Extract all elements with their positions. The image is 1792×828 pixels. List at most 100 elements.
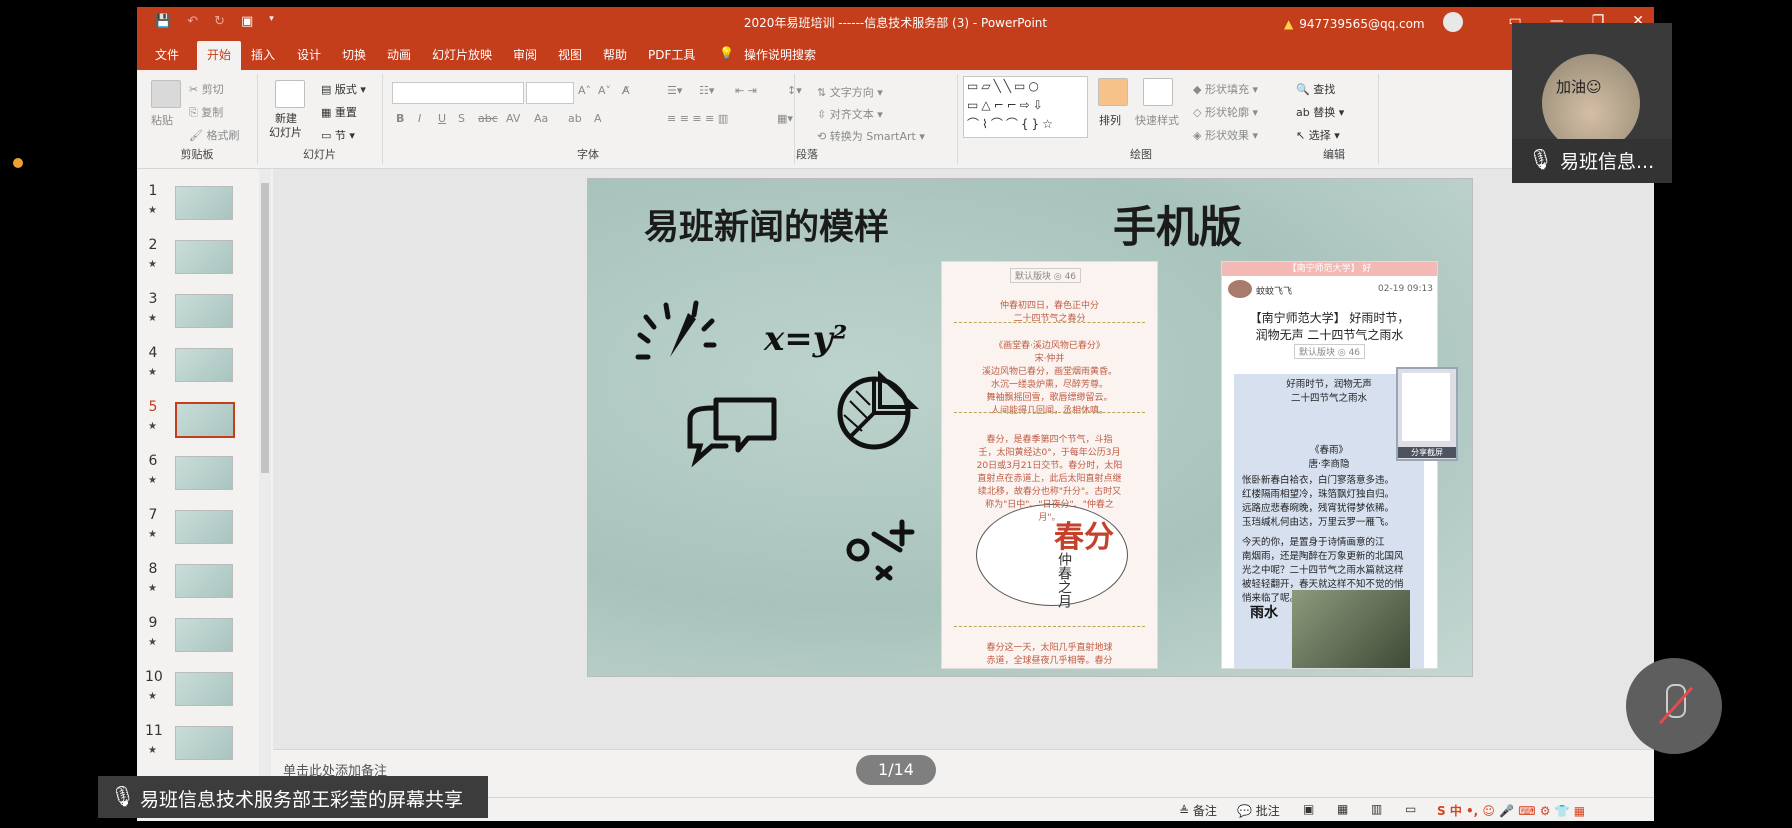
group-clipboard: 粘贴 ✂ 剪切 ⎘ 复制 🖌 格式刷 剪贴板: [137, 74, 258, 164]
arrange-icon[interactable]: [1098, 78, 1128, 106]
shape-fill-button[interactable]: ◆ 形状填充 ▾: [1193, 81, 1258, 97]
format-painter-button[interactable]: 🖌 格式刷: [189, 127, 239, 143]
article-line: 唐·李商隐: [1308, 459, 1350, 470]
shape-outline-button[interactable]: ◇ 形状轮廓 ▾: [1193, 104, 1258, 120]
bullets-icon[interactable]: ☰▾: [667, 84, 682, 97]
tab-help[interactable]: 帮助: [603, 46, 627, 63]
thumbnail-number: 2: [148, 237, 158, 253]
thumbnail-number: 1: [148, 183, 158, 199]
tab-animations[interactable]: 动画: [387, 46, 411, 63]
slide-heading-left[interactable]: 易班新闻的模样: [644, 199, 889, 250]
change-case-button[interactable]: Aa: [534, 112, 548, 125]
tab-insert[interactable]: 插入: [251, 46, 275, 63]
new-slide-icon[interactable]: [275, 80, 305, 108]
thumbnail-image: [175, 564, 233, 598]
group-slides: 新建 幻灯片 ▤ 版式 ▾ ▦ 重置 ▭ 节 ▾ 幻灯片: [257, 74, 383, 164]
group-paragraph: ☰▾ ☷▾ ⇤ ⇥ ↕▾ ⇅ 文字方向 ▾ ≡ ≡ ≡ ≡ ▥ ▦▾ ⇳ 对齐文…: [657, 74, 958, 164]
tab-slideshow[interactable]: 幻灯片放映: [432, 46, 492, 63]
line-spacing-icon[interactable]: ↕▾: [787, 84, 802, 97]
tab-review[interactable]: 审阅: [513, 46, 537, 63]
select-button[interactable]: ↖ 选择 ▾: [1296, 127, 1340, 143]
reset-button[interactable]: ▦ 重置: [321, 104, 357, 120]
paste-button[interactable]: 粘贴: [151, 112, 173, 128]
screen-share-label: 易班信息技术服务部王彩莹的屏幕共享: [140, 789, 464, 811]
animation-star-icon: ★: [148, 421, 157, 432]
bold-button[interactable]: B: [396, 112, 404, 125]
tell-me-search[interactable]: 操作说明搜索: [744, 46, 816, 63]
article-line: 宋·仲并: [1034, 354, 1065, 364]
char-spacing-button[interactable]: AV: [506, 112, 520, 125]
clear-format-icon[interactable]: A̸: [622, 84, 630, 97]
find-button[interactable]: 🔍 查找: [1296, 81, 1335, 97]
article-line: 好雨时节，润物无声: [1286, 379, 1372, 390]
animation-star-icon: ★: [148, 691, 157, 702]
group-label: 段落: [796, 148, 818, 161]
copy-button[interactable]: ⎘ 复制: [189, 104, 223, 120]
replace-button[interactable]: ab 替换 ▾: [1296, 104, 1344, 120]
paste-icon[interactable]: [151, 80, 181, 108]
slide-editing-area: 易班新闻的模样 手机版 x=y² 默认版块 ◎ 46 春分 仲春之月 仲春初四日…: [273, 169, 1654, 749]
account-area[interactable]: ▲ 947739565@qq.com: [1284, 12, 1463, 34]
highlight-button[interactable]: ab: [568, 112, 582, 125]
share-screenshot-popup[interactable]: 分享截屏: [1396, 367, 1458, 461]
tab-home[interactable]: 开始: [197, 41, 242, 73]
font-color-button[interactable]: A: [594, 112, 602, 125]
thumbnail-number: 3: [148, 291, 158, 307]
numbering-icon[interactable]: ☷▾: [699, 84, 714, 97]
text-direction-button[interactable]: ⇅ 文字方向 ▾: [817, 84, 883, 100]
tab-view[interactable]: 视图: [558, 46, 582, 63]
quick-styles-icon[interactable]: [1143, 78, 1173, 106]
align-text-button[interactable]: ⇳ 对齐文本 ▾: [817, 106, 883, 122]
strikethrough-button[interactable]: abc: [478, 112, 498, 125]
zhongchun-caption: 仲春之月: [1056, 552, 1072, 608]
notes-toggle[interactable]: ≜ 备注: [1179, 802, 1217, 819]
grow-font-icon[interactable]: A˄: [578, 84, 591, 97]
normal-view-icon[interactable]: ▣: [1303, 802, 1314, 816]
layout-button[interactable]: ▤ 版式 ▾: [321, 81, 366, 97]
thumbnail-number: 7: [148, 507, 158, 523]
tab-transitions[interactable]: 切换: [342, 46, 366, 63]
group-label: 幻灯片: [303, 148, 336, 161]
user-avatar: [1228, 280, 1252, 298]
article-line: 怅卧新春白袷衣，白门寥落意多违。: [1242, 475, 1395, 486]
mute-mic-button[interactable]: [1626, 658, 1722, 754]
tab-file[interactable]: 文件: [155, 46, 179, 63]
decorative-divider: [954, 412, 1145, 415]
rain-photo: [1292, 590, 1410, 668]
shapes-gallery[interactable]: ▭▱╲╲▭○ ▭△⌐⌐⇨⇩ ⌒⌇⌒⌒{}☆: [963, 76, 1088, 138]
slideshow-view-icon[interactable]: ▭: [1405, 802, 1416, 816]
decorative-divider: [954, 626, 1145, 629]
section-button[interactable]: ▭ 节 ▾: [321, 127, 355, 143]
cut-button[interactable]: ✂ 剪切: [189, 81, 224, 97]
font-size-combo[interactable]: [526, 82, 574, 104]
article-line: 仲春初四日，春色正中分: [999, 301, 1099, 311]
align-icons[interactable]: ≡ ≡ ≡ ≡ ▥: [667, 112, 728, 125]
scrollbar-thumb[interactable]: [261, 183, 269, 473]
tab-pdf-tools[interactable]: PDF工具: [648, 46, 695, 63]
quick-styles-button[interactable]: 快速样式: [1135, 112, 1179, 128]
new-slide-dropdown[interactable]: 幻灯片: [269, 124, 302, 140]
smartart-button[interactable]: ⟲ 转换为 SmartArt ▾: [817, 128, 925, 144]
columns-icon[interactable]: ▦▾: [777, 112, 793, 125]
avatar[interactable]: [1442, 12, 1463, 32]
font-name-combo[interactable]: [392, 82, 524, 104]
tab-design[interactable]: 设计: [297, 46, 321, 63]
comments-toggle[interactable]: 💬 批注: [1237, 802, 1280, 819]
shape-effects-button[interactable]: ◈ 形状效果 ▾: [1193, 127, 1258, 143]
thumbnail-number: 9: [148, 615, 158, 631]
thumbnail-image: [175, 240, 233, 274]
reading-view-icon[interactable]: ▥: [1371, 802, 1382, 816]
slide-heading-right[interactable]: 手机版: [1113, 193, 1242, 255]
presenter-indicator-dot: [13, 158, 23, 168]
underline-button[interactable]: U: [438, 112, 446, 125]
shrink-font-icon[interactable]: A˅: [598, 84, 611, 97]
indent-icons[interactable]: ⇤ ⇥: [735, 84, 757, 97]
arrange-button[interactable]: 排列: [1099, 112, 1121, 128]
thumbnail-image: [175, 402, 235, 438]
current-slide[interactable]: 易班新闻的模样 手机版 x=y² 默认版块 ◎ 46 春分 仲春之月 仲春初四日…: [587, 178, 1473, 677]
shadow-button[interactable]: S: [458, 112, 465, 125]
thumbnail-scrollbar[interactable]: [259, 169, 271, 789]
ime-toolbar[interactable]: S 中 •, ☺ 🎤 ⌨ ⚙ 👕 ▦: [1437, 802, 1585, 819]
slide-sorter-icon[interactable]: ▦: [1337, 802, 1348, 816]
italic-button[interactable]: I: [418, 112, 421, 125]
